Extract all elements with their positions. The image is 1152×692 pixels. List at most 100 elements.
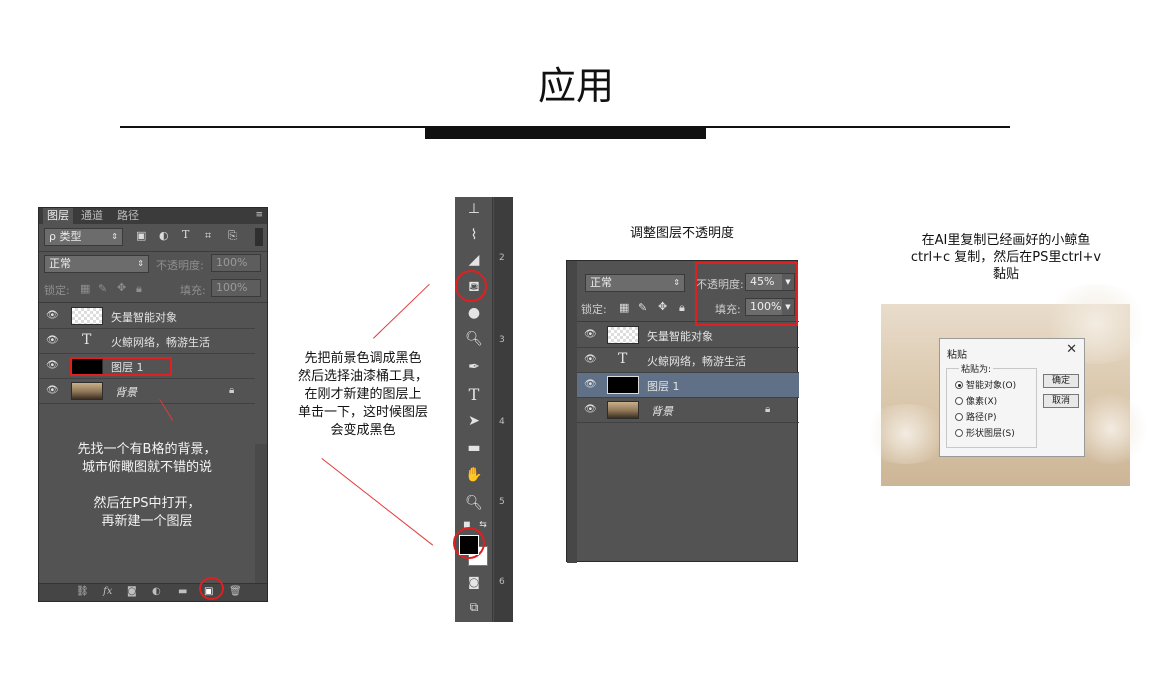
layer-row-background[interactable]: 👁︎ 背景 🔒︎ — [39, 379, 255, 404]
layers-panel-left: 图层 通道 路径 ≡ ρ 类型 ⇕ ▣ ◐ T ⌗ ⎘ 正常 ⇕ 不透明度: 1… — [38, 207, 268, 602]
note-line: 会变成黑色 — [330, 423, 396, 438]
mask-icon[interactable]: ◙ — [127, 586, 137, 597]
panel-scrollbar[interactable] — [567, 261, 577, 563]
layer-name[interactable]: 背景 — [651, 403, 673, 419]
blur-icon[interactable]: ● — [464, 303, 484, 323]
type-filter-icon[interactable]: T — [182, 228, 189, 241]
history-brush-icon[interactable]: ⌇ — [464, 225, 484, 245]
layer-name[interactable]: 矢量智能对象 — [111, 309, 177, 325]
panel-menu-icon[interactable]: ≡ — [255, 210, 263, 220]
highlight-box-layer1 — [70, 357, 172, 376]
zoom-icon[interactable]: 🔍︎ — [464, 493, 484, 513]
eye-icon[interactable]: 👁︎ — [46, 385, 59, 396]
eye-icon[interactable]: 👁︎ — [46, 335, 59, 346]
type-icon[interactable]: T — [464, 385, 484, 405]
tab-layers[interactable]: 图层 — [43, 208, 73, 224]
opacity-label: 不透明度: — [156, 259, 204, 272]
stamp-icon[interactable]: ⊥ — [464, 199, 484, 219]
pen-icon[interactable]: ✒ — [464, 357, 484, 377]
layer-name[interactable]: 火鲸网络，畅游生活 — [111, 334, 210, 350]
fx-icon[interactable]: fx — [103, 586, 112, 597]
tab-channels[interactable]: 通道 — [77, 208, 107, 224]
lock-position-icon[interactable]: ✥ — [658, 300, 667, 313]
radio-button[interactable] — [955, 429, 963, 437]
layer-row-background[interactable]: 👁︎ 背景 🔒︎ — [577, 398, 799, 423]
layer-row-text[interactable]: 👁︎ T 火鲸网络，畅游生活 — [577, 348, 799, 373]
ok-button[interactable]: 确定 — [1043, 374, 1079, 388]
panel-scrollbar[interactable] — [255, 444, 267, 584]
trash-icon[interactable]: 🗑︎ — [229, 586, 242, 597]
panel-footer: ⛓ fx ◙ ◐ ▬ ▣ 🗑︎ — [39, 583, 267, 601]
tab-paths[interactable]: 路径 — [113, 208, 143, 224]
layers-panel-right: 正常 ⇕ 不透明度: 45% ▼ 锁定: ▦ ✎ ✥ 🔒︎ 填充: 100% ▼… — [566, 260, 799, 563]
eye-icon[interactable]: 👁︎ — [46, 310, 59, 321]
image-filter-icon[interactable]: ▣ — [136, 229, 146, 242]
eye-icon[interactable]: 👁︎ — [46, 360, 59, 371]
eye-icon[interactable]: 👁︎ — [584, 379, 597, 390]
layer-filter-select[interactable]: ρ 类型 ⇕ — [44, 228, 123, 246]
blend-mode-value: 正常 — [590, 276, 612, 289]
cancel-button[interactable]: 取消 — [1043, 394, 1079, 408]
link-layers-icon[interactable]: ⛓ — [76, 586, 89, 597]
ruler-number: 2 — [499, 253, 505, 263]
layer-name[interactable]: 矢量智能对象 — [647, 328, 713, 344]
lock-transparency-icon[interactable]: ▦ — [80, 282, 90, 295]
note-line: 先找一个有B格的背景， — [77, 442, 217, 457]
radio-smart-object[interactable]: 智能对象(O) — [955, 378, 1016, 391]
eye-icon[interactable]: 👁︎ — [584, 404, 597, 415]
ruler-number: 3 — [499, 335, 505, 345]
layer-name[interactable]: 火鲸网络，畅游生活 — [647, 353, 746, 369]
lock-pixels-icon[interactable]: ✎ — [98, 282, 107, 295]
lock-transparency-icon[interactable]: ▦ — [619, 301, 629, 314]
lock-position-icon[interactable]: ✥ — [117, 281, 126, 294]
note-line: 单击一下，这时候图层 — [297, 405, 428, 420]
layer-name[interactable]: 背景 — [115, 384, 137, 400]
fill-input[interactable]: 100% — [211, 279, 261, 297]
screen-mode-icon[interactable]: ⧉ — [464, 597, 484, 617]
close-icon[interactable]: ✕ — [1066, 342, 1077, 357]
folder-icon[interactable]: ▬ — [178, 586, 187, 597]
layer-row-smart-object[interactable]: 👁︎ 矢量智能对象 — [577, 323, 799, 348]
eye-icon[interactable]: 👁︎ — [584, 354, 597, 365]
caption-line: 黏贴 — [992, 267, 1019, 282]
rectangle-icon[interactable]: ▬ — [464, 438, 484, 458]
paste-as-group: 粘贴为: 智能对象(O) 像素(X) 路径(P) 形状图层(S) — [946, 362, 1037, 448]
adjustment-filter-icon[interactable]: ◐ — [159, 229, 169, 242]
right-caption: 调整图层不透明度 — [629, 226, 734, 241]
smart-object-filter-icon[interactable]: ⎘ — [228, 229, 237, 243]
hand-icon[interactable]: ✋ — [464, 465, 484, 485]
foreground-color-swatch-front[interactable] — [459, 535, 479, 555]
blend-mode-select[interactable]: 正常 ⇕ — [44, 255, 149, 273]
filter-toggle[interactable] — [255, 228, 263, 246]
dodge-icon[interactable]: 🔍︎ — [464, 329, 484, 349]
layer-thumbnail — [71, 382, 103, 400]
highlight-circle-paint-bucket — [455, 270, 487, 302]
lock-all-icon[interactable]: 🔒︎ — [679, 301, 685, 315]
lock-all-icon[interactable]: 🔒︎ — [136, 282, 142, 296]
quick-mask-icon[interactable]: ◙ — [464, 572, 484, 592]
shape-filter-icon[interactable]: ⌗ — [205, 229, 211, 243]
blend-mode-select[interactable]: 正常 ⇕ — [585, 274, 685, 292]
layer-thumbnail — [71, 307, 103, 325]
radio-button[interactable] — [955, 413, 963, 421]
radio-label: 形状图层(S) — [966, 429, 1015, 439]
opacity-input[interactable]: 100% — [211, 254, 261, 272]
chevron-updown-icon: ⇕ — [137, 259, 144, 268]
radio-shape-layer[interactable]: 形状图层(S) — [955, 426, 1015, 439]
radio-path[interactable]: 路径(P) — [955, 410, 996, 423]
eraser-icon[interactable]: ◢ — [464, 250, 484, 270]
eye-icon[interactable]: 👁︎ — [584, 329, 597, 340]
radio-button[interactable] — [955, 397, 963, 405]
path-select-icon[interactable]: ➤ — [464, 411, 484, 431]
layer-row-smart-object[interactable]: 👁︎ 矢量智能对象 — [39, 304, 255, 329]
type-layer-icon: T — [618, 351, 628, 367]
paste-caption: 在AI里复制已经画好的小鲸鱼 ctrl+c 复制，然后在PS里ctrl+v 黏贴 — [890, 232, 1122, 283]
radio-pixels[interactable]: 像素(X) — [955, 394, 997, 407]
layer-name[interactable]: 图层 1 — [647, 378, 680, 394]
layer-row-text[interactable]: 👁︎ T 火鲸网络，畅游生活 — [39, 329, 255, 354]
radio-button[interactable] — [955, 381, 963, 389]
adjustment-layer-icon[interactable]: ◐ — [152, 586, 161, 597]
group-label: 粘贴为: — [959, 362, 994, 375]
layer-row-layer1-selected[interactable]: 👁︎ 图层 1 — [577, 373, 799, 398]
lock-pixels-icon[interactable]: ✎ — [638, 301, 647, 314]
